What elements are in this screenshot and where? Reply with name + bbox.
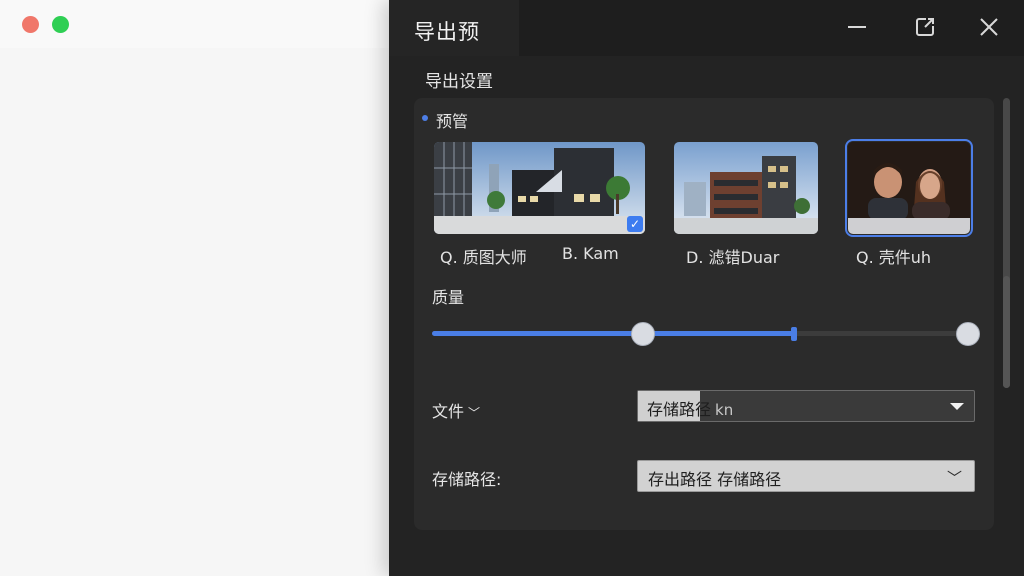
background-titlebar (0, 0, 390, 48)
path-dropdown-value: 存出路径 存储路径 (648, 470, 782, 489)
quality-slider[interactable] (432, 322, 980, 346)
file-label: 文件 ﹀ (432, 402, 481, 421)
chevron-down-icon: ﹀ (468, 406, 481, 420)
scrollbar[interactable] (1000, 98, 1012, 576)
modern-building-image (434, 142, 645, 234)
dialog-titlebar: 导出预 (389, 0, 1024, 56)
background-window (0, 0, 390, 576)
external-window-icon (916, 18, 934, 36)
close-window-dot-icon[interactable] (22, 16, 39, 33)
preset-label-2: B. Kam (562, 244, 619, 263)
preset-thumbnail-3[interactable] (845, 139, 973, 237)
path-dropdown[interactable]: 存出路径 存储路径 ﹀ (637, 460, 975, 492)
preset-thumbnail-1[interactable]: ✓ (434, 142, 645, 234)
slider-end-thumb[interactable] (956, 322, 980, 346)
slider-marker (790, 327, 797, 341)
preset-label-4: Q. 壳件uh (856, 248, 932, 267)
preset-thumbnail-2[interactable] (674, 142, 818, 234)
minimize-button[interactable] (844, 14, 870, 40)
maximize-button[interactable] (912, 14, 938, 40)
apartment-building-image (674, 142, 818, 234)
export-dialog: 导出预 导出设置 预管 ✓ Q. 质图大师 B. Kam D. 滤错Duar Q… (389, 0, 1024, 576)
zoom-window-dot-icon[interactable] (52, 16, 69, 33)
file-dropdown-value: 存储路径 kn (647, 400, 734, 419)
file-dropdown[interactable]: 存储路径 kn (637, 390, 975, 422)
path-label: 存储路径: (432, 470, 502, 489)
close-button[interactable] (976, 14, 1002, 40)
preset-label-3: D. 滤错Duar (686, 248, 780, 267)
dialog-title: 导出预 (414, 20, 480, 44)
title-tab: 导出预 (389, 0, 519, 56)
checkbox-checked-icon[interactable]: ✓ (627, 216, 643, 232)
quality-label: 质量 (432, 288, 465, 307)
caret-down-icon (950, 403, 964, 410)
section-header: 导出设置 (425, 72, 493, 92)
minimize-icon (848, 26, 866, 28)
preset-label-1: Q. 质图大师 (440, 248, 527, 267)
presets-label: 预管 (436, 112, 469, 131)
close-icon (980, 18, 998, 36)
slider-thumb[interactable] (631, 322, 656, 346)
bullet-dot-icon (422, 115, 428, 121)
slider-fill (432, 331, 794, 336)
settings-panel: 预管 ✓ Q. 质图大师 B. Kam D. 滤错Duar Q. 壳件uh 质量… (414, 98, 994, 530)
couple-portrait-image (848, 142, 970, 234)
scroll-thumb[interactable] (1003, 276, 1010, 388)
chevron-down-icon: ﹀ (946, 469, 962, 487)
